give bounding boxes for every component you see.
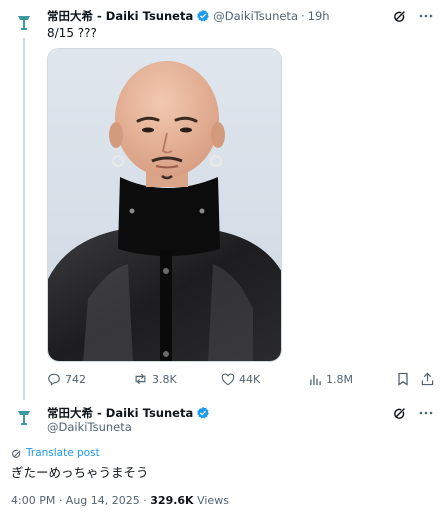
repost-icon [135,373,146,385]
avatar-logo-icon [18,411,30,425]
tweet-text: ぎたーめっちゃうまそう [11,465,149,480]
handle[interactable]: @DaikiTsuneta [213,9,298,23]
views-icon [310,374,321,385]
globe-icon [12,449,21,458]
separator-dot: · [301,9,305,23]
engagement-bar: 742 3.8K 44K 1.8M [47,370,437,388]
like-count: 44K [239,372,261,386]
translate-label[interactable]: Translate post [26,447,100,459]
views-count: 1.8M [326,372,353,386]
header-actions [392,405,434,421]
handle[interactable]: @DaikiTsuneta [47,420,132,434]
verified-icon [197,9,210,22]
avatar-logo-icon [18,16,30,30]
tweet-photo[interactable] [47,48,282,362]
views-label: Views [197,494,229,507]
header-actions [392,8,434,24]
tweet-text: 8/15 ??? [47,26,97,40]
repost-button[interactable]: 3.8K [133,370,177,388]
more-icon[interactable] [418,405,434,421]
post-timestamp[interactable]: 4:00 PM · Aug 14, 2025 · [11,494,147,507]
views-button[interactable]: 1.8M [309,370,353,388]
more-icon[interactable] [418,8,434,24]
like-button[interactable]: 44K [221,370,260,388]
share-button[interactable] [421,370,434,388]
post-meta: 4:00 PM · Aug 14, 2025 · 329.6K Views [11,494,229,507]
verified-icon [197,406,210,419]
grok-icon[interactable] [392,405,408,421]
timestamp[interactable]: 19h [308,9,330,23]
tweet-header: 常田大希 - Daiki Tsuneta @DaikiTsuneta · 19h [47,7,434,25]
thread-line [23,38,25,400]
like-icon [221,373,235,385]
display-name[interactable]: 常田大希 - Daiki Tsuneta [47,8,193,24]
reply-count: 742 [65,372,86,386]
reply-button[interactable]: 742 [47,370,86,388]
views-count-total: 329.6K [150,494,194,507]
avatar[interactable] [10,9,38,37]
translate-post-link[interactable]: Translate post [11,447,100,459]
reply-icon [48,373,60,386]
repost-count: 3.8K [152,372,177,386]
avatar[interactable] [10,404,38,432]
share-icon [421,372,434,386]
display-name[interactable]: 常田大希 - Daiki Tsuneta [47,405,193,421]
grok-icon[interactable] [392,8,408,24]
bookmark-button[interactable] [397,370,409,388]
bookmark-icon [398,372,408,386]
